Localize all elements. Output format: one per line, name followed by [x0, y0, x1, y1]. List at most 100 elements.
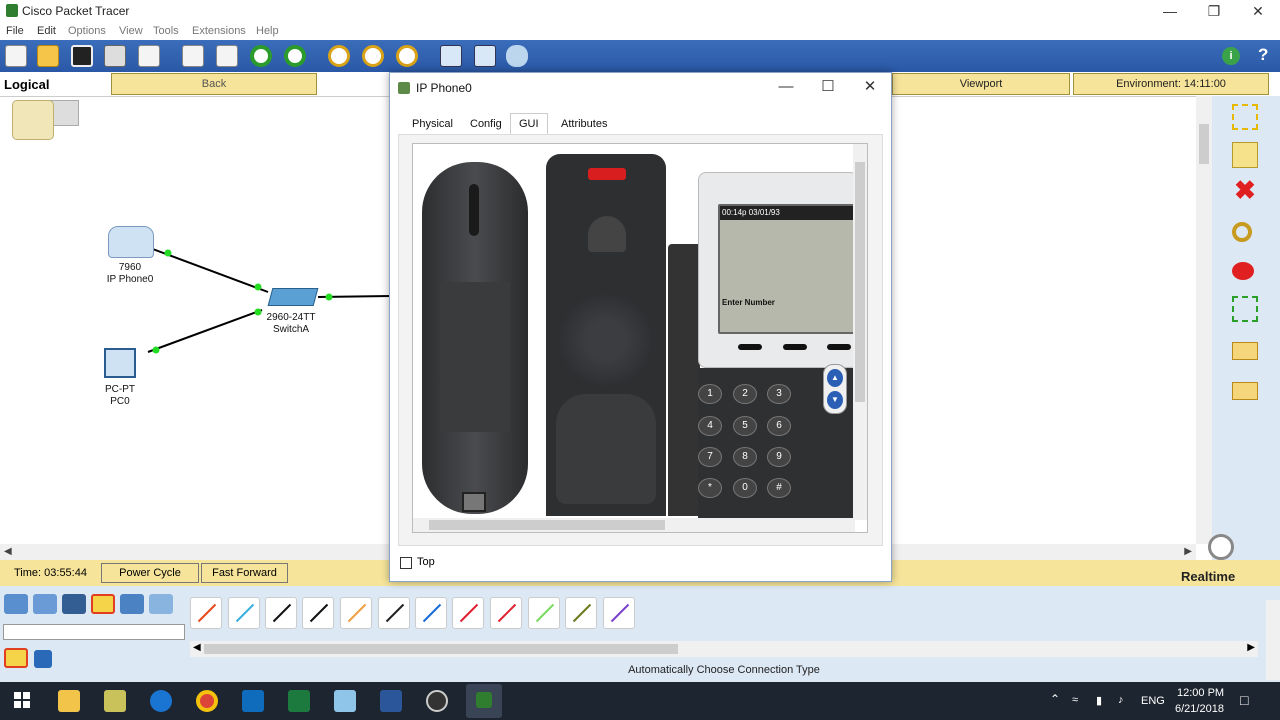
tab-config[interactable]: Config [461, 113, 511, 135]
key-9[interactable]: 9 [767, 447, 791, 467]
key-hash[interactable]: # [767, 478, 791, 498]
key-2[interactable]: 2 [733, 384, 757, 404]
obs-icon[interactable] [426, 690, 448, 712]
menu-file[interactable]: File [6, 25, 24, 37]
language-indicator[interactable]: ENG [1141, 695, 1165, 707]
serial-dte-icon[interactable] [490, 597, 522, 629]
key-1[interactable]: 1 [698, 384, 722, 404]
grid-icon[interactable] [34, 650, 52, 668]
console-cable-icon[interactable] [228, 597, 260, 629]
switch-device-icon[interactable] [267, 288, 319, 306]
serial-dce-icon[interactable] [452, 597, 484, 629]
phone-view-vertical-scrollbar[interactable] [853, 144, 867, 520]
chrome-icon[interactable] [196, 690, 218, 712]
connections-subcategory-icon[interactable] [4, 648, 28, 668]
canvas-vertical-scrollbar[interactable] [1196, 96, 1212, 544]
tray-overflow-icon[interactable]: ⌃ [1050, 692, 1060, 706]
menu-options[interactable]: Options [68, 25, 106, 37]
file-explorer-icon[interactable] [58, 690, 80, 712]
outlook-icon[interactable] [242, 690, 264, 712]
scroll-thumb[interactable] [855, 162, 865, 402]
zoom-reset-icon[interactable] [362, 45, 384, 67]
clock-time[interactable]: 12:00 PM [1177, 687, 1224, 699]
device-list-scrollbar[interactable]: ◀ ▶ [190, 641, 1258, 657]
copper-cross-over-icon[interactable] [302, 597, 334, 629]
zoom-in-icon[interactable] [328, 45, 350, 67]
dialog-close-button[interactable]: ✕ [850, 77, 890, 97]
clock-date[interactable]: 6/21/2018 [1175, 703, 1224, 715]
fiber-cable-icon[interactable] [340, 597, 372, 629]
custom-devices-icon[interactable] [474, 45, 496, 67]
open-folder-icon[interactable] [37, 45, 59, 67]
panel-scrollbar[interactable] [1266, 600, 1280, 680]
notifications-icon[interactable]: □ [1240, 692, 1248, 708]
usb-cable-icon[interactable] [603, 597, 635, 629]
menu-edit[interactable]: Edit [37, 25, 56, 37]
menu-tools[interactable]: Tools [153, 25, 179, 37]
resize-shape-icon[interactable] [1232, 296, 1258, 322]
back-button[interactable]: Back [111, 73, 317, 95]
dialog-minimize-button[interactable]: — [766, 77, 806, 97]
scroll-left-icon[interactable]: ◀ [4, 546, 12, 557]
drawing-palette-icon[interactable] [440, 45, 462, 67]
dialog-maximize-button[interactable]: ☐ [808, 77, 848, 97]
viewport-button[interactable]: Viewport [892, 73, 1070, 95]
save-icon[interactable] [71, 45, 93, 67]
realtime-mode-label[interactable]: Realtime [1181, 569, 1235, 584]
components-icon[interactable] [62, 594, 86, 614]
softkey-2[interactable] [783, 344, 807, 350]
key-6[interactable]: 6 [767, 416, 791, 436]
tab-gui[interactable]: GUI [510, 113, 548, 135]
scroll-left-icon[interactable]: ◀ [193, 642, 201, 653]
power-cycle-button[interactable]: Power Cycle Devices [101, 563, 199, 597]
realtime-clock-icon[interactable] [1208, 534, 1234, 560]
inspect-icon[interactable] [1232, 222, 1252, 242]
help-icon[interactable]: ? [1258, 45, 1268, 65]
restore-button[interactable]: ❐ [1192, 2, 1236, 20]
volume-muted-icon[interactable]: ♪ [1118, 694, 1124, 706]
iot-custom-cable-icon[interactable] [565, 597, 597, 629]
multiuser-icon[interactable] [149, 594, 173, 614]
device-search-field[interactable] [3, 624, 185, 640]
edge-icon[interactable] [150, 690, 172, 712]
softkey-1[interactable] [738, 344, 762, 350]
close-button[interactable]: ✕ [1236, 2, 1280, 20]
add-complex-pdu-icon[interactable] [1232, 382, 1258, 400]
key-star[interactable]: * [698, 478, 722, 498]
key-0[interactable]: 0 [733, 478, 757, 498]
key-3[interactable]: 3 [767, 384, 791, 404]
wifi-icon[interactable]: ≈ [1072, 694, 1078, 706]
activity-wizard-icon[interactable] [138, 45, 160, 67]
key-5[interactable]: 5 [733, 416, 757, 436]
zoom-out-icon[interactable] [396, 45, 418, 67]
undo-icon[interactable] [250, 45, 272, 67]
copper-straight-through-icon[interactable] [265, 597, 297, 629]
new-file-icon[interactable] [5, 45, 27, 67]
scroll-thumb[interactable] [204, 644, 678, 654]
connections-icon[interactable] [91, 594, 115, 614]
ip-phone-device-icon[interactable] [108, 226, 154, 258]
miscellaneous-icon[interactable] [120, 594, 144, 614]
photos-icon[interactable] [334, 690, 356, 712]
scroll-thumb[interactable] [1199, 124, 1209, 164]
drawing-icon[interactable] [1232, 262, 1254, 280]
environment-button[interactable]: Environment: 14:11:00 [1073, 73, 1269, 95]
softkey-3[interactable] [827, 344, 851, 350]
network-devices-icon[interactable] [4, 594, 28, 614]
scroll-thumb[interactable] [429, 520, 665, 530]
network-info-icon[interactable] [506, 45, 528, 67]
scroll-right-icon[interactable]: ▶ [1184, 546, 1192, 557]
place-note-icon[interactable] [1232, 142, 1258, 168]
fast-forward-button[interactable]: Fast Forward Time [201, 563, 288, 597]
edge-legacy-icon[interactable] [104, 690, 126, 712]
windows-start-icon[interactable] [14, 692, 30, 708]
info-icon[interactable]: i [1222, 47, 1240, 65]
excel-icon[interactable] [288, 690, 310, 712]
key-7[interactable]: 7 [698, 447, 722, 467]
pc-device-icon[interactable] [104, 348, 136, 378]
select-tool-icon[interactable] [1232, 104, 1258, 130]
redo-icon[interactable] [284, 45, 306, 67]
key-4[interactable]: 4 [698, 416, 722, 436]
copy-icon[interactable] [182, 45, 204, 67]
end-devices-icon[interactable] [33, 594, 57, 614]
